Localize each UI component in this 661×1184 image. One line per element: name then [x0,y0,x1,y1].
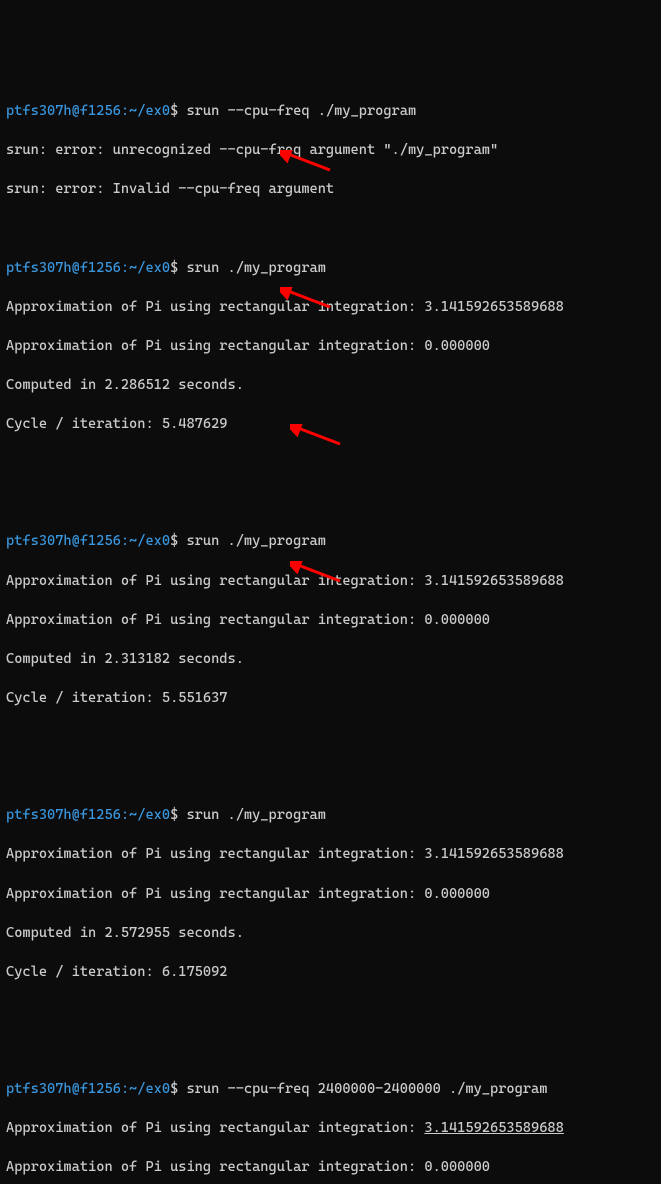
prompt-line: ptfs307h@f1256:~/ex0$ srun --cpu-freq ./… [6,102,655,122]
prompt-line: ptfs307h@f1256:~/ex0$ srun --cpu-freq 24… [6,1080,655,1100]
blank-line [6,1002,655,1021]
command-text: srun --cpu-freq 2400000-2400000 ./my_pro… [186,1081,547,1097]
output-line: Approximation of Pi using rectangular in… [6,337,655,357]
output-line: Approximation of Pi using rectangular in… [6,611,655,631]
output-line: Approximation of Pi using rectangular in… [6,1158,655,1178]
prompt-user-host: ptfs307h@f1256 [6,533,121,549]
prompt-line: ptfs307h@f1256:~/ex0$ srun ./my_program [6,806,655,826]
prompt-dollar: $ [170,1081,178,1097]
output-time-line: Computed in 2.572955 seconds. [6,924,655,944]
command-text: srun ./my_program [186,533,325,549]
prompt-user-host: ptfs307h@f1256 [6,1081,121,1097]
underlined-value: 3.141592653589688 [424,1120,563,1136]
output-line: Approximation of Pi using rectangular in… [6,572,655,592]
prompt-user-host: ptfs307h@f1256 [6,260,121,276]
prompt-path: ~/ex0 [129,533,170,549]
prompt-dollar: $ [170,807,178,823]
blank-line [6,455,655,474]
command-text: srun --cpu-freq ./my_program [186,103,416,119]
prompt-path: ~/ex0 [129,260,170,276]
output-line: Approximation of Pi using rectangular in… [6,885,655,905]
output-cycle-line: Cycle / iteration: 5.551637 [6,689,655,709]
prompt-path: ~/ex0 [129,1081,170,1097]
blank-line [6,728,655,747]
prompt-line: ptfs307h@f1256:~/ex0$ srun ./my_program [6,259,655,279]
output-cycle-line: Cycle / iteration: 5.487629 [6,415,655,435]
output-cycle-line: Cycle / iteration: 6.175092 [6,963,655,983]
prompt-path: ~/ex0 [129,103,170,119]
output-line: Approximation of Pi using rectangular in… [6,1119,655,1139]
error-line: srun: error: unrecognized --cpu-freq arg… [6,141,655,161]
output-line: Approximation of Pi using rectangular in… [6,845,655,865]
output-time-line: Computed in 2.313182 seconds. [6,650,655,670]
prompt-user-host: ptfs307h@f1256 [6,807,121,823]
error-line: srun: error: Invalid --cpu-freq argument [6,180,655,200]
output-line: Approximation of Pi using rectangular in… [6,298,655,318]
prompt-path: ~/ex0 [129,807,170,823]
prompt-user-host: ptfs307h@f1256 [6,103,121,119]
output-time-line: Computed in 2.286512 seconds. [6,376,655,396]
command-text: srun ./my_program [186,807,325,823]
prompt-line: ptfs307h@f1256:~/ex0$ srun ./my_program [6,532,655,552]
command-text: srun ./my_program [186,260,325,276]
